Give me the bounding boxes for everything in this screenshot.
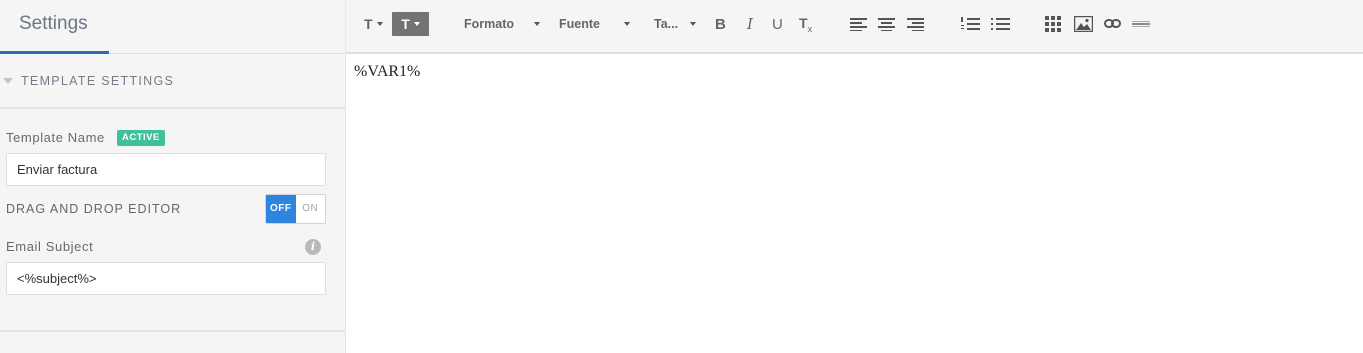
align-right-icon xyxy=(907,18,924,31)
email-subject-label: Email Subject xyxy=(6,239,94,254)
email-subject-input[interactable]: <%subject%> xyxy=(6,262,326,295)
underline-icon: U xyxy=(772,15,783,33)
image-icon xyxy=(1074,16,1093,32)
chevron-down-icon xyxy=(690,22,697,26)
template-name-label: Template Name xyxy=(6,130,105,145)
underline-button[interactable]: U xyxy=(772,12,783,36)
ordered-list-icon xyxy=(961,17,980,30)
unordered-list-icon xyxy=(991,18,1010,30)
insert-image-button[interactable] xyxy=(1074,12,1093,36)
italic-icon: I xyxy=(747,15,753,33)
editor-canvas[interactable]: %VAR1% xyxy=(346,56,1363,353)
clear-format-icon: Tx xyxy=(799,14,813,34)
table-icon xyxy=(1045,16,1061,32)
template-name-input[interactable]: Enviar factura xyxy=(6,153,326,186)
horizontal-rule-button[interactable] xyxy=(1132,12,1150,36)
chevron-down-icon xyxy=(376,22,383,26)
divider xyxy=(0,330,346,332)
settings-sidebar: Settings TEMPLATE SETTINGS Template Name… xyxy=(0,0,346,353)
bold-icon: B xyxy=(715,15,726,33)
drag-and-drop-toggle[interactable]: OFF ON xyxy=(265,194,326,224)
align-left-button[interactable] xyxy=(850,12,867,36)
align-center-button[interactable] xyxy=(878,12,895,36)
align-center-icon xyxy=(878,18,895,31)
section-label: TEMPLATE SETTINGS xyxy=(21,74,175,88)
font-dropdown[interactable]: Fuente xyxy=(559,12,630,36)
caret-down-icon xyxy=(3,78,13,84)
text-color-icon: T xyxy=(364,16,373,32)
active-badge: ACTIVE xyxy=(117,130,165,146)
insert-link-button[interactable] xyxy=(1104,12,1121,36)
link-icon xyxy=(1104,19,1121,28)
sidebar-header: Settings xyxy=(0,0,345,54)
italic-button[interactable]: I xyxy=(747,12,753,36)
background-color-button[interactable]: T xyxy=(392,12,429,36)
size-dropdown-label: Ta... xyxy=(654,17,679,31)
clear-format-button[interactable]: Tx xyxy=(799,12,812,36)
chevron-down-icon xyxy=(623,22,630,26)
background-color-icon: T xyxy=(401,16,410,32)
font-dropdown-label: Fuente xyxy=(559,17,600,31)
text-color-button[interactable]: T xyxy=(364,12,383,36)
horizontal-rule-icon xyxy=(1132,21,1150,27)
editor-toolbar: T T Formato Fuente Ta... B I U Tx xyxy=(346,0,1363,54)
ordered-list-button[interactable] xyxy=(961,12,980,36)
align-left-icon xyxy=(850,18,867,31)
toggle-off-option[interactable]: OFF xyxy=(266,195,296,223)
bold-button[interactable]: B xyxy=(715,12,726,36)
template-settings-section-toggle[interactable]: TEMPLATE SETTINGS xyxy=(0,54,345,109)
insert-table-button[interactable] xyxy=(1045,12,1061,36)
editor-content[interactable]: %VAR1% xyxy=(354,63,420,81)
chevron-down-icon xyxy=(413,22,420,26)
drag-and-drop-editor-label: DRAG AND DROP EDITOR xyxy=(6,202,182,216)
format-dropdown-label: Formato xyxy=(464,17,514,31)
unordered-list-button[interactable] xyxy=(991,12,1010,36)
toggle-on-option[interactable]: ON xyxy=(296,195,326,223)
size-dropdown[interactable]: Ta... xyxy=(654,12,697,36)
chevron-down-icon xyxy=(534,22,540,26)
info-icon[interactable]: i xyxy=(305,239,321,255)
settings-tab[interactable]: Settings xyxy=(19,13,88,35)
align-right-button[interactable] xyxy=(907,12,924,36)
format-dropdown[interactable]: Formato xyxy=(464,12,540,36)
